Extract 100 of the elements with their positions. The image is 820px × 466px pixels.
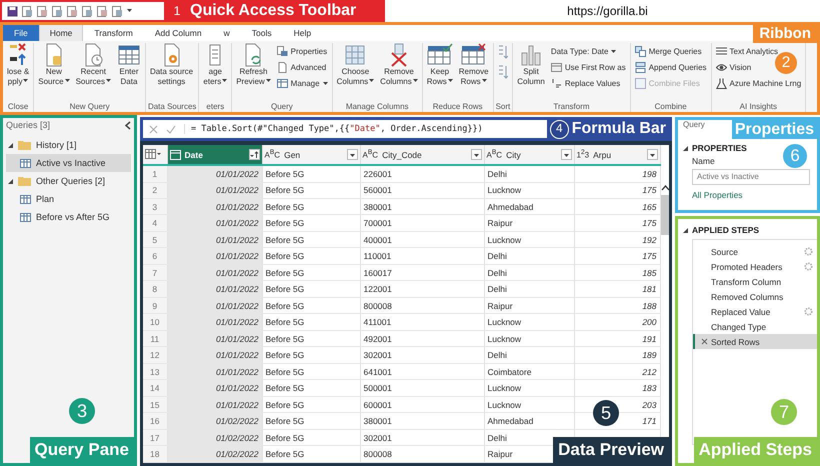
ribbon-button[interactable]: Data source settings (148, 43, 196, 86)
section-heading: APPLIED STEPS (692, 225, 760, 235)
ribbon-button[interactable]: Properties (274, 44, 330, 59)
formula-text[interactable]: = Table.Sort(#"Changed Type",{{"Date", Order.Ascending}}) (184, 124, 539, 134)
url-text: https://gorilla.bi (566, 4, 649, 18)
toolbar-icon[interactable] (82, 6, 93, 16)
column-header[interactable]: A$^{B}$C City (484, 145, 574, 165)
ribbon-button[interactable]: Merge Queries (632, 44, 709, 59)
row-number: 17 (143, 429, 167, 446)
ribbon-button[interactable]: Use First Row as (548, 60, 628, 75)
query-item[interactable]: Before vs After 5G (6, 208, 131, 226)
step-item[interactable]: Promoted Headers (693, 259, 817, 274)
toolbar-icon[interactable] (112, 6, 123, 16)
caret-icon (127, 9, 132, 13)
table-cell: 380001 (360, 412, 484, 430)
table-cell: 800008 (360, 446, 484, 462)
ribbon-button[interactable]: age eters (201, 43, 230, 86)
ribbon-button[interactable]: Choose Columns (334, 43, 376, 86)
ribbon-tab[interactable]: Home (38, 25, 84, 41)
ribbon-button[interactable]: Azure Machine Lrng (714, 76, 804, 91)
table-cell: Lucknow (484, 380, 574, 396)
ribbon-button[interactable]: Remove Columns (378, 43, 420, 86)
save-icon[interactable] (7, 6, 18, 16)
step-item[interactable]: Transform Column (693, 274, 817, 289)
table-cell: 600001 (360, 396, 484, 413)
ribbon-button[interactable]: Recent Sources (74, 43, 113, 86)
column-header[interactable]: A$^{B}$C Gen (262, 145, 360, 165)
group-label: Data Sources (148, 101, 196, 112)
ribbon-button[interactable]: Append Queries (632, 60, 709, 75)
table-cell: Lucknow (484, 182, 574, 198)
step-item[interactable]: Sorted Rows (693, 334, 817, 349)
table-icon (20, 212, 31, 222)
table-cell: Raipur (484, 297, 574, 314)
query-item[interactable]: Active vs Inactive (6, 154, 131, 172)
table-cell: 181 (574, 280, 660, 298)
section-heading: PROPERTIES (692, 143, 747, 153)
step-item[interactable]: Changed Type (693, 319, 817, 334)
caret-icon (448, 79, 453, 84)
group-label: Close (6, 101, 30, 112)
collapse-icon[interactable] (125, 120, 131, 130)
folder-icon (18, 140, 31, 150)
expanded-triangle-icon (683, 146, 688, 150)
table-cell: 175 (574, 214, 660, 232)
step-item[interactable]: Removed Columns (693, 289, 817, 304)
query-item[interactable]: Plan (6, 190, 131, 208)
expanded-triangle-icon (8, 178, 13, 184)
row-number: 14 (143, 380, 167, 396)
ribbon-button[interactable]: Refresh Preview (234, 43, 273, 86)
ribbon-button[interactable]: lose & pply (5, 43, 32, 86)
table-cell: Before 5G (262, 165, 360, 182)
file-tab[interactable]: File (3, 25, 39, 41)
ribbon-button[interactable]: Remove Rows (456, 43, 491, 86)
toolbar-icon[interactable] (52, 6, 63, 16)
toolbar-icon[interactable] (67, 6, 78, 16)
caret-icon (482, 79, 487, 84)
table-cell: 01/01/2022 (167, 198, 262, 215)
ribbon-button[interactable]: Manage (274, 76, 330, 91)
table-menu-header[interactable] (143, 145, 167, 165)
table-cell: 200 (574, 314, 660, 330)
row-number: 11 (143, 330, 167, 347)
row-number: 6 (143, 248, 167, 264)
ribbon-button[interactable]: Replace Values (548, 76, 628, 91)
expanded-triangle-icon (683, 228, 688, 232)
table-icon (20, 194, 31, 204)
table-cell: 183 (574, 380, 660, 396)
toolbar-icon[interactable] (97, 6, 108, 16)
scroll-up-icon[interactable] (660, 185, 669, 191)
folder-item[interactable]: Other Queries [2] (6, 172, 131, 190)
step-item[interactable]: Source (693, 244, 817, 259)
scrollbar-thumb[interactable] (661, 195, 669, 235)
delete-icon[interactable] (701, 338, 708, 345)
ribbon-button[interactable]: New Source (36, 43, 72, 86)
table-cell: 492001 (360, 330, 484, 347)
toolbar-icon[interactable] (22, 6, 33, 16)
all-properties-link[interactable]: All Properties (692, 190, 743, 200)
table-cell: Lucknow (484, 231, 574, 248)
column-header[interactable]: A$^{B}$C City_Code (360, 145, 484, 165)
ribbon-button[interactable]: Advanced (274, 60, 330, 75)
ribbon-button[interactable]: Data Type: Date (548, 44, 628, 59)
ribbon-button[interactable]: Keep Rows (424, 43, 455, 86)
table-cell: 191 (574, 330, 660, 347)
table-cell: 01/02/2022 (167, 429, 262, 446)
folder-item[interactable]: History [1] (6, 136, 131, 154)
step-item[interactable]: Replaced Value (693, 304, 817, 319)
toolbar-icon[interactable] (37, 6, 48, 16)
group-label: New Query (68, 101, 111, 112)
table-cell: Before 5G (262, 231, 360, 248)
ribbon-button[interactable]: Enter Data (114, 43, 143, 86)
name-field[interactable]: Active vs Inactive (692, 168, 810, 184)
check-icon[interactable] (166, 124, 176, 134)
column-header[interactable]: Date (167, 145, 262, 165)
caret-icon (222, 79, 228, 84)
group-label: Sort (496, 101, 510, 112)
type-label: A$^{B}$C (264, 149, 280, 160)
table-icon (276, 78, 288, 89)
column-header[interactable]: 1$^{2}$3 Arpu (574, 145, 660, 165)
table-cell: 01/01/2022 (167, 297, 262, 314)
table-cell: 01/01/2022 (167, 346, 262, 364)
ribbon-button[interactable]: Split Column (515, 43, 547, 86)
table-cell: Before 5G (262, 314, 360, 330)
